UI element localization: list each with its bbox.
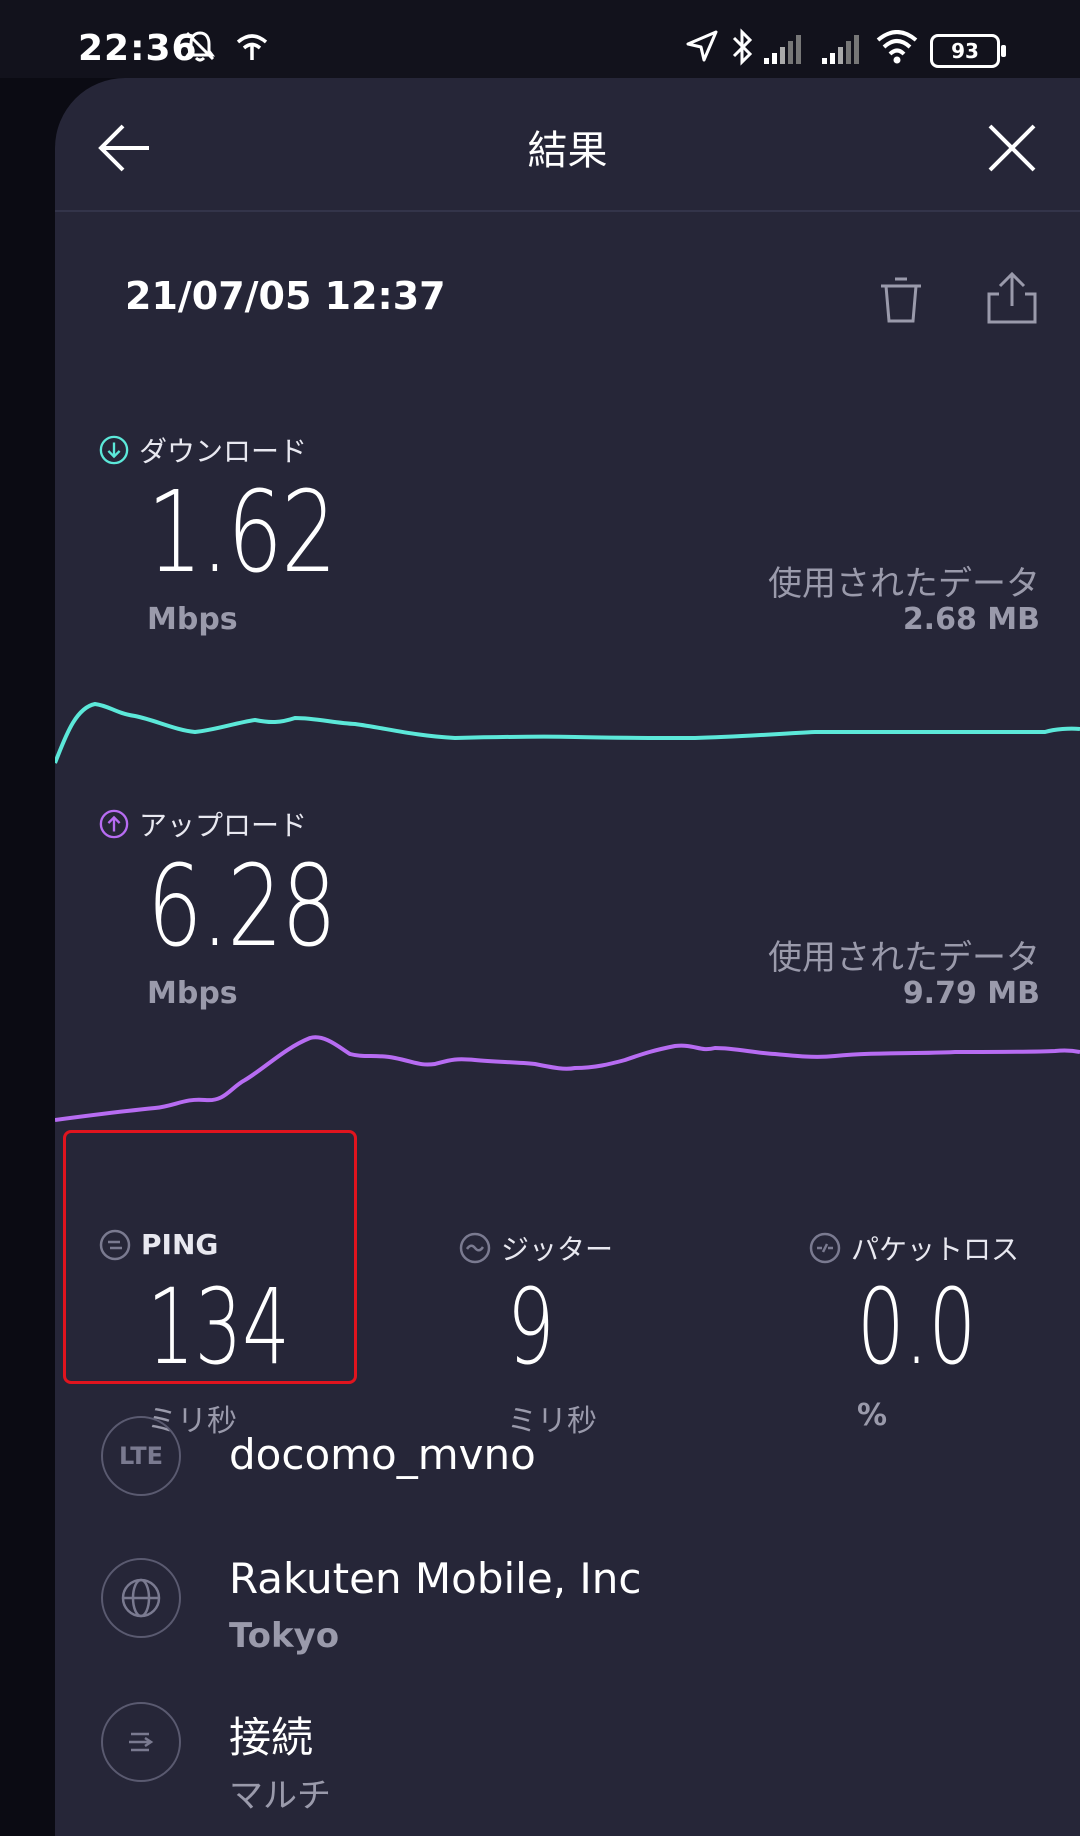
status-bar: 22:36 93 bbox=[0, 0, 1080, 78]
ping-icon bbox=[99, 1229, 131, 1260]
signal-icon bbox=[764, 35, 801, 64]
battery-icon: 93 bbox=[930, 34, 1006, 68]
download-icon bbox=[99, 435, 129, 465]
jitter-label: ジッター bbox=[459, 1228, 613, 1268]
jitter-label-text: ジッター bbox=[501, 1233, 614, 1266]
bluetooth-icon bbox=[732, 28, 753, 66]
upload-value: 6.28 bbox=[147, 842, 337, 972]
packet-loss-icon bbox=[809, 1232, 841, 1264]
upload-label: アップロード bbox=[99, 804, 307, 844]
ping-label-text: PING bbox=[141, 1228, 219, 1261]
jitter-icon bbox=[459, 1232, 491, 1264]
upload-icon bbox=[99, 809, 129, 839]
upload-used-value: 9.79 MB bbox=[902, 976, 1040, 1011]
download-used-label: 使用されたデータ bbox=[768, 564, 1040, 604]
signal-icon bbox=[822, 35, 859, 64]
globe-glyph bbox=[121, 1578, 161, 1618]
packet-loss-label-text: パケットロス bbox=[851, 1233, 1020, 1266]
close-icon[interactable] bbox=[984, 120, 1040, 176]
download-unit: Mbps bbox=[147, 602, 238, 637]
lte-icon: LTE bbox=[101, 1416, 181, 1496]
mute-bell-icon bbox=[185, 31, 215, 62]
results-panel: 結果 21/07/05 12:37 ダウンロード 1.62 Mbps 使用された… bbox=[55, 78, 1080, 1836]
result-datetime: 21/07/05 12:37 bbox=[125, 274, 446, 318]
packet-loss-unit: % bbox=[857, 1398, 888, 1433]
multi-arrows-glyph bbox=[129, 1732, 154, 1752]
download-label: ダウンロード bbox=[99, 430, 307, 470]
upload-graph bbox=[55, 1035, 1080, 1122]
packet-loss-value: 0.0 bbox=[857, 1266, 977, 1388]
upload-unit: Mbps bbox=[147, 976, 238, 1011]
connection-value: マルチ bbox=[229, 1776, 331, 1816]
wifi-icon bbox=[876, 30, 918, 64]
trash-icon[interactable] bbox=[875, 274, 927, 326]
share-icon[interactable] bbox=[985, 270, 1039, 326]
server-name: Rakuten Mobile, Inc bbox=[229, 1554, 642, 1603]
download-used-value: 2.68 MB bbox=[902, 602, 1040, 637]
status-time: 22:36 bbox=[78, 28, 198, 69]
download-label-text: ダウンロード bbox=[139, 435, 308, 468]
ping-label: PING bbox=[99, 1228, 218, 1261]
wifi-arrow-icon bbox=[236, 34, 268, 60]
header: 結果 bbox=[55, 78, 1080, 212]
network-name: docomo_mvno bbox=[229, 1430, 536, 1479]
server-location: Tokyo bbox=[229, 1616, 340, 1656]
globe-icon bbox=[101, 1558, 181, 1638]
jitter-value: 9 bbox=[507, 1266, 555, 1388]
upload-label-text: アップロード bbox=[139, 809, 308, 842]
connection-label: 接続 bbox=[229, 1713, 314, 1762]
ping-value: 134 bbox=[147, 1266, 290, 1388]
page-title: 結果 bbox=[527, 128, 608, 174]
packet-loss-label: パケットロス bbox=[809, 1228, 1019, 1268]
upload-used-label: 使用されたデータ bbox=[768, 938, 1040, 978]
download-value: 1.62 bbox=[147, 468, 337, 598]
location-arrow-icon bbox=[686, 30, 718, 62]
download-graph bbox=[55, 701, 1080, 764]
connection-icon bbox=[101, 1702, 181, 1782]
